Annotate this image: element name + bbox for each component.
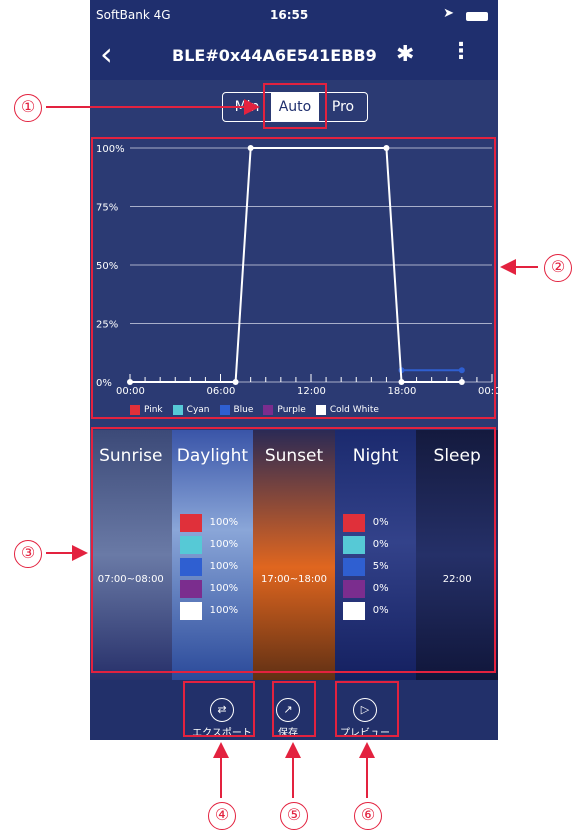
arrowhead-3: [72, 545, 88, 561]
status-bar: SoftBank 4G 16:55 ➤: [90, 0, 498, 32]
callout-box-phases: [91, 427, 496, 673]
callout-1: ①: [14, 94, 42, 122]
arrowhead-1: [244, 99, 260, 115]
location-icon: ➤: [443, 6, 454, 21]
more-menu-icon[interactable]: ⋮: [450, 38, 472, 66]
callout-box-chart: [91, 137, 496, 419]
callout-3: ③: [14, 540, 42, 568]
device-title: BLE#0x44A6E541EBB9: [172, 46, 377, 65]
arrow-1: [46, 106, 250, 108]
callout-box-mode: [263, 83, 327, 129]
arrow-3: [46, 552, 74, 554]
callout-5: ⑤: [280, 802, 308, 830]
callout-6: ⑥: [354, 802, 382, 830]
arrowhead-4: [213, 742, 229, 758]
battery-icon: [466, 12, 488, 21]
arrowhead-6: [359, 742, 375, 758]
arrowhead-2: [500, 259, 516, 275]
clock: 16:55: [270, 8, 309, 22]
arrowhead-5: [285, 742, 301, 758]
callout-2: ②: [544, 254, 572, 282]
back-icon[interactable]: ‹: [100, 38, 113, 70]
callout-box-export: [183, 681, 255, 737]
bluetooth-icon[interactable]: ✱: [396, 42, 414, 67]
nav-bar: ‹ BLE#0x44A6E541EBB9 ✱ ⋮: [90, 32, 498, 80]
callout-4: ④: [208, 802, 236, 830]
callout-box-preview: [335, 681, 399, 737]
arrow-6: [366, 754, 368, 798]
carrier-label: SoftBank 4G: [96, 8, 171, 22]
arrow-5: [292, 754, 294, 798]
callout-box-save: [272, 681, 316, 737]
arrow-4: [220, 754, 222, 798]
